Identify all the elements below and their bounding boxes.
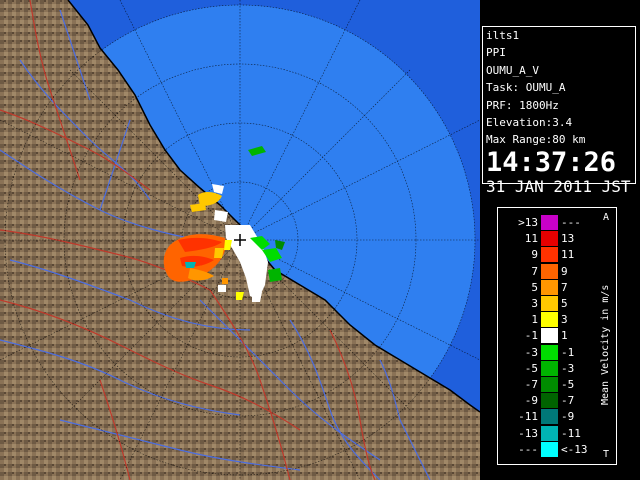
legend-color-swatch (541, 328, 558, 344)
info-panel: ilts1 PPI OUMU_A_V Task: OUMU_A PRF: 180… (482, 26, 636, 196)
legend-upper-bound: 13 (561, 232, 575, 246)
legend-lower-bound: -9 (524, 394, 538, 408)
legend-upper-bound: -7 (561, 394, 575, 408)
legend-corner-bottom: T (602, 449, 610, 460)
legend-row: 57 (498, 279, 598, 295)
legend-row: -3 -1 (498, 344, 598, 360)
legend-color-swatch (541, 312, 558, 328)
legend-row: 35 (498, 296, 598, 311)
legend-row: -11 -9 (498, 409, 598, 425)
observation-date: 31 JAN 2011 JST (486, 176, 631, 196)
legend-upper-bound: --- (561, 216, 581, 229)
legend-color-swatch (541, 441, 558, 457)
legend-color-swatch (541, 279, 558, 295)
legend-title: Mean Velocity in m/s (600, 284, 611, 406)
legend-lower-bound: -7 (524, 378, 538, 391)
legend-upper-bound: 1 (561, 329, 568, 343)
legend-color-swatch (541, 393, 558, 409)
legend-upper-bound: -3 (561, 361, 575, 375)
elevation-label: Elevation:3.4 (486, 116, 573, 130)
legend-row: -7 -5 (498, 377, 598, 392)
legend-lower-bound: -11 (518, 410, 538, 424)
legend-upper-bound: 9 (561, 264, 568, 278)
legend-lower-bound: -5 (524, 361, 538, 375)
legend-row: -5 -3 (498, 360, 598, 376)
legend-upper-bound: 7 (561, 280, 568, 294)
legend-lower-bound: 1 (531, 313, 538, 327)
legend-color-swatch (541, 231, 558, 247)
legend-upper-bound: -11 (561, 426, 581, 440)
legend-row: 13 (498, 312, 598, 328)
product-type: PPI (486, 46, 506, 60)
legend-color-swatch (541, 425, 558, 441)
legend-corner-top: A (602, 212, 610, 223)
legend-lower-bound: 9 (531, 248, 538, 262)
legend-lower-bound: 5 (531, 280, 538, 294)
legend-row: --- <-13 (498, 441, 598, 457)
legend-lower-bound: -3 (524, 345, 538, 359)
legend-color-swatch (541, 344, 558, 360)
station-name: ilts1 (486, 29, 520, 42)
legend-lower-bound: --- (518, 442, 538, 456)
legend-upper-bound: 3 (561, 313, 568, 327)
legend-color-swatch (541, 247, 558, 263)
radar-ppi-display[interactable] (0, 0, 480, 480)
task-name: OUMU_A_V (486, 63, 539, 77)
legend-caption: A Mean Velocity in m/s T (598, 210, 614, 462)
legend-row: -13 -11 (498, 425, 598, 441)
legend-row: -1 1 (498, 328, 598, 344)
legend-row: -9 -7 (498, 393, 598, 409)
observation-time: 14:37:26 (486, 146, 617, 178)
legend-lower-bound: -1 (524, 329, 538, 343)
legend-color-swatch (541, 263, 558, 279)
legend-color-swatch (541, 377, 558, 392)
task-label: Task: OUMU_A (486, 81, 566, 95)
legend-color-swatch (541, 215, 558, 230)
legend-row: 11 13 (498, 231, 598, 247)
legend-upper-bound: -9 (561, 410, 575, 424)
legend-lower-bound: 3 (531, 297, 538, 310)
legend-row: >13 --- (498, 215, 598, 230)
legend-color-swatch (541, 360, 558, 376)
legend-lower-bound: -13 (518, 426, 538, 440)
legend-upper-bound: -1 (561, 345, 575, 359)
legend-upper-bound: 5 (561, 297, 568, 310)
legend-color-swatch (541, 296, 558, 311)
legend-upper-bound: <-13 (561, 442, 588, 456)
prf-label: PRF: 1800Hz (486, 98, 559, 112)
legend-upper-bound: 11 (561, 248, 575, 262)
legend-lower-bound: 11 (524, 232, 538, 246)
legend-lower-bound: >13 (518, 216, 538, 229)
legend-row: 9 11 (498, 247, 598, 263)
legend-upper-bound: -5 (561, 378, 575, 391)
legend-row: 79 (498, 263, 598, 279)
legend-lower-bound: 7 (531, 264, 538, 278)
velocity-legend: >13 --- 11 13 9 11 7 9 5 7 3 5 1 3 -1 1 -3 -1 -5 -3 -7 -5 -9 -7… (497, 207, 617, 465)
legend-color-swatch (541, 409, 558, 425)
